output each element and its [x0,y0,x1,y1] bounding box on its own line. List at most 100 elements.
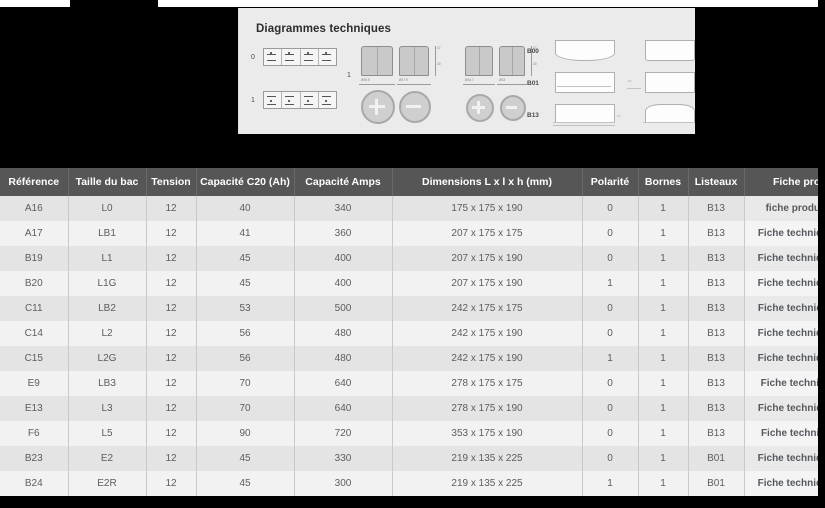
table-cell: 12 [146,296,197,321]
column-header-0[interactable]: Référence [0,168,69,196]
table-cell: 219 x 135 x 225 [392,471,583,496]
table-cell: B13 [688,221,745,246]
column-header-2[interactable]: Tension [146,168,197,196]
polarity-bar [303,60,313,61]
listeaux-profile-b01-front [555,72,615,93]
table-cell: B13 [688,371,745,396]
table-cell: B13 [688,421,745,446]
listeaux-row-b13: B13 10 10 [527,102,695,132]
table-row: B23 E2 12 45 330 219 x 135 x 225 0 1 B01 Fiche te… [0,446,825,471]
table-cell: 480 [294,321,393,346]
polarity-bar [285,96,295,97]
polarity-cell [301,92,319,108]
table-cell: 12 [146,321,197,346]
table-cell: 53 [196,296,295,321]
column-header-3[interactable]: Capacité C20 (Ah) [196,168,295,196]
polarity-bar [321,104,331,105]
product-sheet-link[interactable]: Fiche technique E9 [744,371,825,396]
table-cell: 278 x 175 x 175 [392,371,583,396]
listeaux-dim-note: 10 [628,79,632,83]
table-cell: 242 x 175 x 190 [392,346,583,371]
table-cell: 330 [294,446,393,471]
table-cell: 1 [582,346,639,371]
table-cell: 242 x 175 x 175 [392,296,583,321]
column-header-6[interactable]: Polarité [582,168,639,196]
product-sheet-link[interactable]: Fiche technique A17 [744,221,825,246]
table-cell: 207 x 175 x 190 [392,271,583,296]
table-cell: L3 [68,396,147,421]
table-cell: 12 [146,421,197,446]
product-sheet-link[interactable]: Fiche technique B20 [744,271,825,296]
table-cell: 0 [582,446,639,471]
table-row: C15 L2G 12 56 480 242 x 175 x 190 1 1 B13 Fiche t… [0,346,825,371]
product-sheet-link[interactable]: Fiche technique B23 [744,446,825,471]
column-header-1[interactable]: Taille du bac [68,168,147,196]
terminal-diameter-line [359,84,395,85]
polarity-bar [303,96,313,97]
table-row: B20 L1G 12 45 400 207 x 175 x 190 1 1 B13 Fiche t… [0,271,825,296]
product-sheet-link[interactable]: Fiche technique C15 [744,346,825,371]
column-header-5[interactable]: Dimensions L x l x h (mm) [392,168,583,196]
product-sheet-link[interactable]: Fiche technique B19 [744,246,825,271]
table-cell: A16 [0,196,69,221]
polarity-dot [288,100,291,102]
terminal-topview-large-negative [399,91,431,123]
table-cell: 70 [196,396,295,421]
table-cell: L5 [68,421,147,446]
product-sheet-link[interactable]: Fiche technique F6 [744,421,825,446]
table-cell: 353 x 175 x 190 [392,421,583,446]
polarity-dot [270,52,272,54]
table-cell: 12 [146,221,197,246]
polarity-label-0: 0 [251,53,255,61]
table-cell: B20 [0,271,69,296]
table-cell: 640 [294,396,393,421]
product-sheet-link[interactable]: Fiche technique C14 [744,321,825,346]
polarity-box-0 [263,48,337,66]
table-cell: 90 [196,421,295,446]
product-sheet-link[interactable]: fiche produit A16 [744,196,825,221]
table-cell: 640 [294,371,393,396]
column-header-9[interactable]: Fiche produit [744,168,825,196]
listeaux-dim-note: 10 [617,114,621,118]
column-header-8[interactable]: Listeaux [688,168,745,196]
listeaux-profile-b00-front [555,40,615,61]
polarity-bar [321,96,331,97]
polarity-bar [285,104,295,105]
polarity-cell [282,49,301,65]
table-cell: C14 [0,321,69,346]
polarity-dot [270,100,272,102]
table-cell: B01 [688,446,745,471]
product-sheet-link[interactable]: Fiche technique C11 [744,296,825,321]
polarity-bar [303,54,313,55]
table-cell: 0 [582,421,639,446]
table-cell: 278 x 175 x 190 [392,396,583,421]
polarity-diagram-0: 0 [251,48,337,66]
listeaux-base-line [557,86,611,87]
table-cell: B24 [0,471,69,496]
polarity-cell [301,49,319,65]
table-cell: LB3 [68,371,147,396]
table-cell: B13 [688,271,745,296]
table-cell: 1 [638,271,689,296]
column-header-7[interactable]: Bornes [638,168,689,196]
table-cell: 219 x 135 x 225 [392,446,583,471]
listeaux-row-b00: B00 [527,38,695,66]
product-sheet-link[interactable]: Fiche technique E13 [744,396,825,421]
listeaux-dim-line [627,88,641,89]
table-cell: 1 [638,421,689,446]
table-cell: 0 [582,196,639,221]
polarity-bar [267,54,276,55]
terminal-diameter-line [497,84,527,85]
table-cell: 70 [196,371,295,396]
terminal-topview-small-positive [466,94,494,122]
technical-diagrams-panel: Diagrammes techniques 0 1 1 17 20 17 20 … [238,8,695,134]
terminal-diameter-note: Ø19.5 [361,78,370,82]
listeaux-base-line [553,125,615,126]
product-sheet-link[interactable]: Fiche technique B24 [744,471,825,496]
column-header-4[interactable]: Capacité Amps [294,168,393,196]
table-cell: 500 [294,296,393,321]
minus-icon [406,105,421,108]
table-cell: E9 [0,371,69,396]
top-white-strip-right [158,0,825,7]
table-head: Référence Taille du bac Tension Capacité C2… [0,168,825,196]
